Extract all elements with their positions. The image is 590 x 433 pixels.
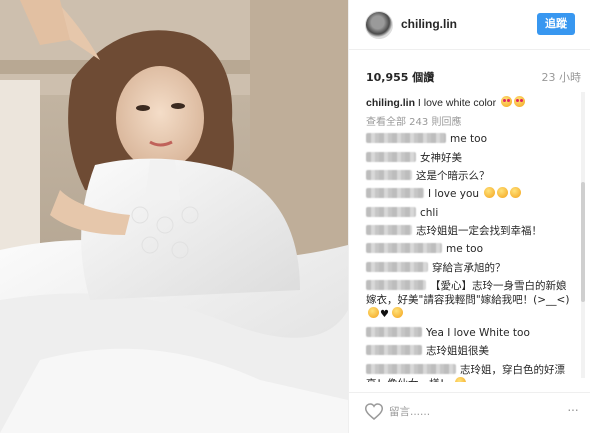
comment-item: 志玲姐姐一定会找到幸福！ <box>366 224 542 238</box>
comment-item: 志玲姐姐很美 <box>366 344 489 358</box>
smile-emoji-icon <box>368 307 379 318</box>
blurred-username[interactable] <box>366 225 412 235</box>
follow-button[interactable]: 追蹤 <box>537 13 575 35</box>
post-meta: 10,955 個讚 23 小時 <box>349 50 590 88</box>
blurred-username[interactable] <box>366 133 446 143</box>
comment-text: I love you <box>428 188 480 200</box>
blurred-username[interactable] <box>366 188 424 198</box>
grin-emoji-icon <box>497 187 509 198</box>
comment-text: me too <box>446 243 483 255</box>
post-side-panel: chiling.lin 追蹤 10,955 個讚 23 小時 chiling.l… <box>348 0 590 433</box>
blurred-username[interactable] <box>366 243 442 253</box>
comment-input[interactable] <box>389 402 559 422</box>
blurred-username[interactable] <box>366 327 422 337</box>
smile-emoji-icon <box>391 307 403 318</box>
black-heart-icon: ♥ <box>380 309 389 320</box>
blurred-username[interactable] <box>366 364 456 374</box>
username-link[interactable]: chiling.lin <box>401 17 457 31</box>
comment-item: 这是个暗示么？ <box>366 169 490 183</box>
post-time: 23 小時 <box>541 71 582 84</box>
heart-outline-icon[interactable] <box>365 403 383 420</box>
comment-item: Yea I love White too <box>366 326 530 340</box>
blurred-username[interactable] <box>366 345 422 355</box>
comment-text: chli <box>420 207 439 219</box>
comment-text: 志玲姐姐很美 <box>426 345 489 357</box>
likes-count[interactable]: 10,955 個讚 <box>366 69 434 85</box>
caption-username[interactable]: chiling.lin <box>366 97 415 109</box>
blurred-username[interactable] <box>366 280 426 290</box>
scrollbar-thumb[interactable] <box>581 182 585 302</box>
comment-text: 志玲姐姐一定会找到幸福！ <box>416 225 542 237</box>
heart-eyes-emoji-icon <box>514 96 526 107</box>
view-all-comments-link[interactable]: 查看全部 243 則回應 <box>366 113 461 128</box>
blurred-username[interactable] <box>366 262 428 272</box>
blurred-username[interactable] <box>366 152 416 162</box>
post-footer: ··· <box>349 392 590 433</box>
grin-emoji-icon <box>510 187 522 198</box>
blurred-username[interactable] <box>366 170 412 180</box>
grin-emoji-icon <box>484 187 496 198</box>
comment-item: 志玲姐，穿白色的好漂亮！像仙女一樣！ <box>366 363 574 382</box>
comment-item: 【愛心】志玲一身雪白的新娘嫁衣，好美"請容我輕問"嫁給我吧！(>__<) ♥ <box>366 279 574 322</box>
comment-text: 这是个暗示么？ <box>416 170 490 182</box>
comment-text: 穿給言承旭的？ <box>432 262 506 274</box>
avatar[interactable] <box>365 11 393 39</box>
post-header: chiling.lin 追蹤 <box>349 0 590 50</box>
comment-item: 穿給言承旭的？ <box>366 261 506 275</box>
comment-text: Yea I love White too <box>426 327 530 339</box>
comments-list: chiling.lin I love white color 查看全部 243 … <box>349 88 590 382</box>
comment-item: me too <box>366 242 483 256</box>
caption-text: I love white color <box>417 97 497 109</box>
smile-emoji-icon <box>455 377 467 382</box>
caption: chiling.lin I love white color <box>366 96 526 109</box>
comment-item: I love you <box>366 187 522 201</box>
comment-text: me too <box>450 133 487 145</box>
photo-image <box>0 0 348 433</box>
post-photo <box>0 0 348 433</box>
comment-item: me too <box>366 132 487 146</box>
heart-eyes-emoji-icon <box>501 96 513 107</box>
comment-item: 女神好美 <box>366 151 462 165</box>
comment-text: 女神好美 <box>420 152 462 164</box>
comments-scrollbar[interactable] <box>581 92 585 378</box>
more-horizontal-icon[interactable]: ··· <box>567 401 579 417</box>
comment-item: chli <box>366 206 438 220</box>
blurred-username[interactable] <box>366 207 416 217</box>
